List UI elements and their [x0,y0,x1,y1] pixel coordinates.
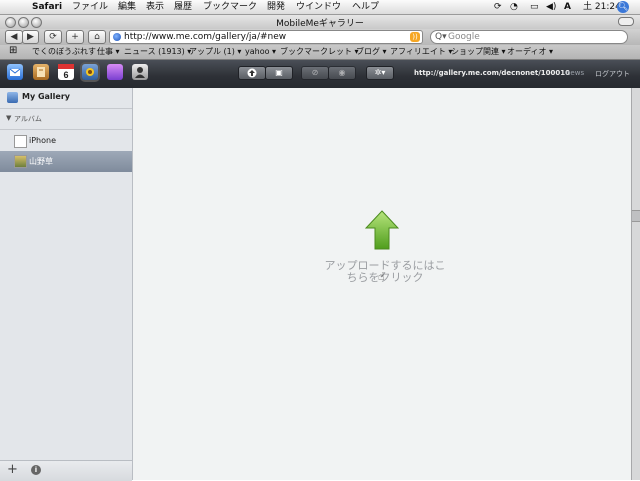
reload-button[interactable]: ⟳ [44,30,62,44]
menu-edit[interactable]: 編集 [118,1,136,13]
window-title: MobileMeギャラリー [276,19,364,29]
menu-develop[interactable]: 開発 [267,1,285,13]
spotlight-icon[interactable]: 🔍︎ [617,1,629,13]
globe-icon [113,33,121,41]
gallery-icon[interactable] [82,64,98,80]
logout-link[interactable]: ログアウト [595,69,630,79]
hand-cursor-icon: ☝ [378,270,385,283]
album-item-selected[interactable]: 山野草 [0,151,132,172]
album-label: 山野草 [29,157,53,166]
bookmark-item[interactable]: でくのぼうぶれす [32,46,96,58]
my-gallery-item[interactable]: My Gallery [0,88,132,109]
menu-bar: Safari ファイル 編集 表示 履歴 ブックマーク 開発 ウインドウ ヘルプ… [0,0,640,15]
calendar-icon[interactable]: 6 [58,64,74,80]
album-label: iPhone [29,136,57,145]
menu-history[interactable]: 履歴 [174,1,192,13]
volume-icon[interactable]: ◀) [546,1,556,13]
search-field[interactable]: Q▾ Google [430,30,628,44]
search-icon[interactable]: Q▾ [435,31,447,43]
bookmark-item[interactable]: オーディオ ▾ [507,46,553,58]
menu-bookmarks[interactable]: ブックマーク [203,1,257,13]
display-icon[interactable]: ▭ [530,1,539,13]
bookmark-item[interactable]: アップル (1) ▾ [189,46,241,58]
mail-icon[interactable] [7,64,23,80]
search-placeholder: Google [448,32,480,42]
bookmark-item[interactable]: ブログ ▾ [356,46,387,58]
delete-icon[interactable]: ⊘ [301,66,329,80]
menu-view[interactable]: 表示 [146,1,164,13]
idisk-icon[interactable] [107,64,123,80]
disclosure-triangle-icon[interactable]: ▼ [6,114,11,122]
account-icon[interactable] [132,64,148,80]
news-link[interactable]: news [566,69,584,77]
albums-header-label: アルバム [14,115,42,123]
slideshow-icon[interactable]: ▣ [265,66,293,80]
my-gallery-label: My Gallery [22,92,70,101]
publish-icon[interactable]: ◉ [328,66,356,80]
bookmark-item[interactable]: yahoo ▾ [245,46,276,58]
calendar-day: 6 [63,70,68,80]
gallery-url-link[interactable]: http://gallery.me.com/decnonet/100010 [414,69,570,77]
book-icon[interactable]: ⊞ [9,45,17,57]
forward-button[interactable]: ▶ [22,30,39,44]
browser-toolbar: ◀ ▶ ⟳ + ⌂ http://www.me.com/gallery/ja/#… [0,29,640,45]
bookmark-item[interactable]: ブックマークレット ▾ [280,46,359,58]
rss-icon[interactable]: )) [410,32,420,42]
back-button[interactable]: ◀ [5,30,23,44]
home-button[interactable]: ⌂ [88,30,106,44]
menu-clock[interactable]: 土 21:24 [583,1,621,13]
scrollbar-thumb[interactable] [632,210,640,222]
bookmark-item[interactable]: ショップ関連 ▾ [451,46,506,58]
sidebar: My Gallery ▼ アルバム iPhone 山野草 + i [0,88,133,481]
address-text[interactable]: http://www.me.com/gallery/ja/#new [124,31,286,43]
menu-help[interactable]: ヘルプ [352,1,379,13]
settings-gear-icon[interactable]: ✲▾ [366,66,394,80]
address-bar[interactable]: http://www.me.com/gallery/ja/#new )) [109,30,423,44]
window-scrollbar[interactable] [631,88,640,480]
sidebar-footer: + i [0,460,132,481]
gallery-small-icon [7,92,18,103]
mobileme-app-bar: 6 ▣ ⊘ ◉ ✲▾ http://gallery.me.com/decnone… [0,60,640,88]
menu-app-name[interactable]: Safari [32,1,62,13]
upload-prompt[interactable]: アップロードするにはこ ちらをクリック [315,260,455,284]
upload-prompt-line: ちらをクリック [346,271,424,284]
bookmark-item[interactable]: アフィリエイト ▾ [390,46,452,58]
contacts-icon[interactable] [33,64,49,80]
album-item-iphone[interactable]: iPhone [0,131,132,151]
upload-button[interactable] [238,66,266,80]
bookmark-item[interactable]: 仕事 ▾ [97,46,120,58]
add-bookmark-button[interactable]: + [66,30,84,44]
bookmarks-bar: ⊞ でくのぼうぶれす 仕事 ▾ ニュース (1913) ▾ アップル (1) ▾… [0,45,640,60]
menu-window[interactable]: ウインドウ [296,1,341,13]
window-title-bar: MobileMeギャラリー [0,15,640,29]
info-button[interactable]: i [31,465,41,475]
gallery-main-area: アップロードするにはこ ちらをクリック ☝ [133,88,631,480]
sync-icon[interactable]: ⟳ [494,1,502,13]
upload-arrow-icon[interactable] [365,210,399,250]
bookmark-item[interactable]: ニュース (1913) ▾ [124,46,191,58]
album-thumbnail-icon [14,135,27,148]
album-thumbnail-icon [14,155,27,168]
toolbar-toggle-button[interactable] [618,17,634,26]
menu-file[interactable]: ファイル [72,1,108,13]
timemachine-icon[interactable]: ◔ [510,1,518,13]
add-album-button[interactable]: + [7,463,18,477]
albums-section-header[interactable]: ▼ アルバム [0,109,132,130]
input-method-icon[interactable]: A [564,1,571,13]
